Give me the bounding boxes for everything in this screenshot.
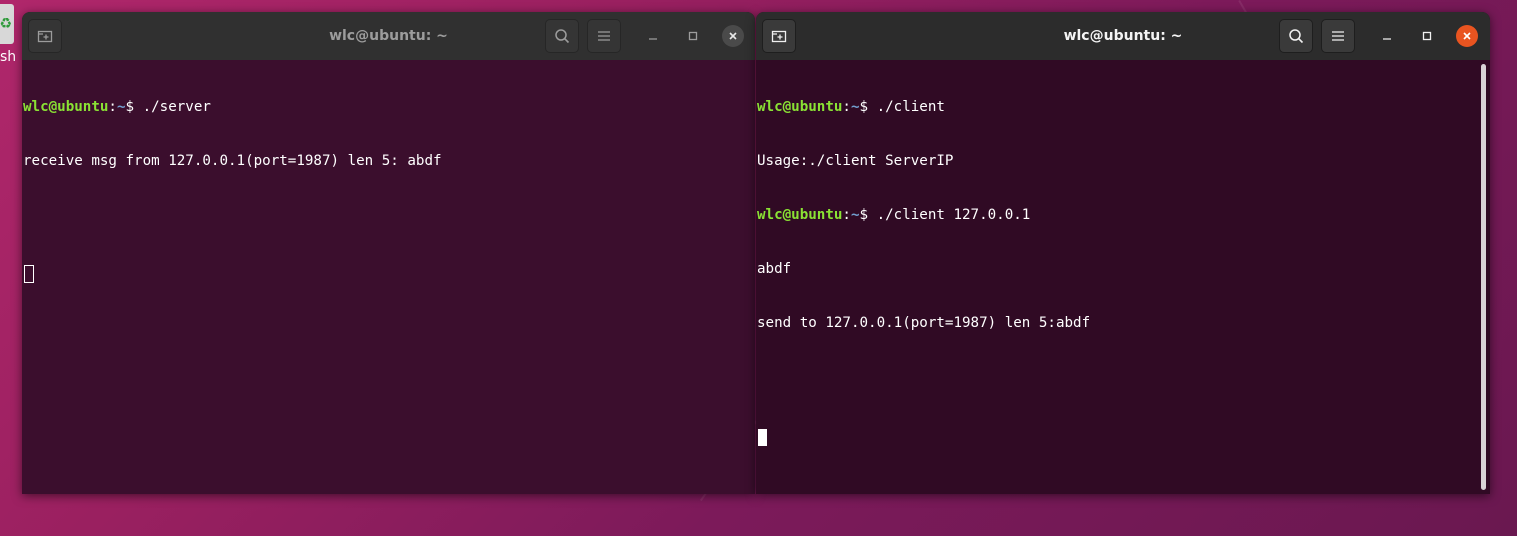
terminal-line: receive msg from 127.0.0.1(port=1987) le… xyxy=(23,153,442,169)
prompt-path: ~ xyxy=(850,99,860,115)
maximize-icon xyxy=(1422,31,1432,41)
close-button[interactable] xyxy=(722,25,744,47)
menu-button[interactable] xyxy=(587,19,621,53)
terminal-output[interactable]: wlc@ubuntu:~$ ./client Usage:./client Se… xyxy=(756,60,1490,494)
terminal-output[interactable]: wlc@ubuntu:~$ ./server receive msg from … xyxy=(22,60,755,494)
prompt-colon: : xyxy=(842,207,851,223)
prompt-path: ~ xyxy=(116,99,126,115)
terminal-line: wlc@ubuntu:~$ ./client xyxy=(757,98,1490,116)
terminal-line: wlc@ubuntu:~$ ./client 127.0.0.1 xyxy=(757,206,1490,224)
terminal-line-empty xyxy=(23,206,755,224)
search-button[interactable] xyxy=(1279,19,1313,53)
terminal-line-empty xyxy=(757,368,1490,386)
text-cursor xyxy=(24,265,34,283)
menu-button[interactable] xyxy=(1321,19,1355,53)
prompt-user: wlc@ubuntu xyxy=(23,99,109,115)
terminal-line: abdf xyxy=(757,261,792,277)
text-cursor xyxy=(758,429,767,446)
search-icon xyxy=(555,29,570,44)
prompt-colon: : xyxy=(842,99,851,115)
desktop-icon-label: sh xyxy=(0,49,17,65)
search-icon xyxy=(1289,29,1304,44)
close-icon xyxy=(1463,32,1471,40)
close-icon xyxy=(729,32,737,40)
terminal-window-server[interactable]: wlc@ubuntu: ~ wlc@ubuntu:~$ ./server rec… xyxy=(22,12,755,494)
new-tab-icon xyxy=(37,30,53,43)
command-text: $ ./client 127.0.0.1 xyxy=(859,207,1031,223)
new-tab-icon xyxy=(771,30,787,43)
minimize-icon xyxy=(1383,38,1391,40)
new-tab-button[interactable] xyxy=(28,19,62,53)
terminal-window-client[interactable]: wlc@ubuntu: ~ wlc@ubuntu:~$ ./client Usa… xyxy=(756,12,1490,494)
prompt-colon: : xyxy=(108,99,117,115)
minimize-button[interactable] xyxy=(642,25,664,47)
cursor-line xyxy=(757,422,1490,446)
close-button[interactable] xyxy=(1456,25,1478,47)
prompt-path: ~ xyxy=(850,207,860,223)
terminal-line: Usage:./client ServerIP xyxy=(757,153,954,169)
prompt-user: wlc@ubuntu xyxy=(757,99,843,115)
cursor-line xyxy=(23,260,755,283)
scrollbar[interactable] xyxy=(1481,64,1486,490)
terminal-line: wlc@ubuntu:~$ ./server xyxy=(23,98,755,116)
search-button[interactable] xyxy=(545,19,579,53)
recycle-icon: ♻ xyxy=(0,16,12,32)
maximize-icon xyxy=(688,31,698,41)
command-text: $ ./client xyxy=(859,99,945,115)
prompt-user: wlc@ubuntu xyxy=(757,207,843,223)
titlebar[interactable]: wlc@ubuntu: ~ xyxy=(756,12,1490,60)
maximize-button[interactable] xyxy=(682,25,704,47)
titlebar[interactable]: wlc@ubuntu: ~ xyxy=(22,12,755,60)
maximize-button[interactable] xyxy=(1416,25,1438,47)
terminal-line: send to 127.0.0.1(port=1987) len 5:abdf xyxy=(757,315,1091,331)
command-text: $ ./server xyxy=(125,99,211,115)
trash-desktop-icon[interactable]: ♻ xyxy=(0,4,14,44)
new-tab-button[interactable] xyxy=(762,19,796,53)
hamburger-menu-icon xyxy=(598,31,610,41)
minimize-button[interactable] xyxy=(1376,25,1398,47)
minimize-icon xyxy=(649,38,657,40)
hamburger-menu-icon xyxy=(1332,31,1344,41)
